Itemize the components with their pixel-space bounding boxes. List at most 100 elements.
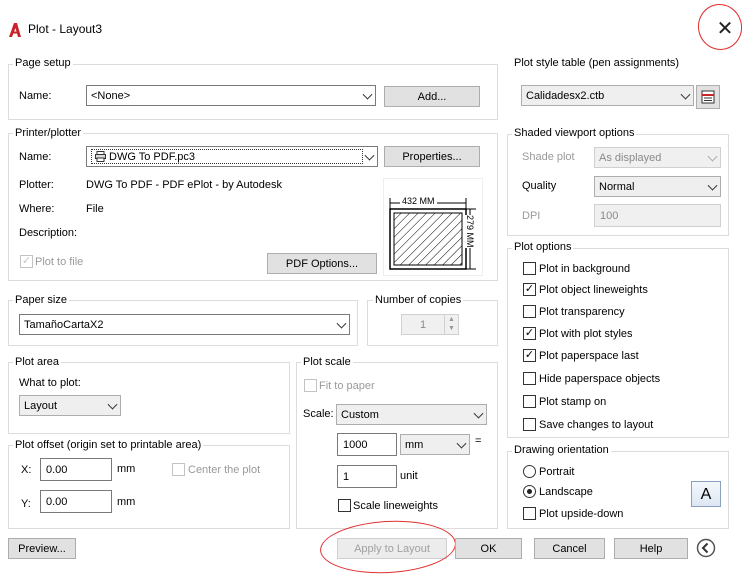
plot-style-select[interactable]: Calidadesx2.ctb	[521, 85, 694, 106]
plot-upside-down-checkbox[interactable]	[523, 507, 536, 520]
chevron-down-icon	[680, 89, 691, 100]
dpi-input[interactable]: 100	[594, 204, 721, 227]
scale-bottom-unit: unit	[400, 470, 418, 482]
dpi-value: 100	[600, 209, 619, 222]
scale-select[interactable]: Custom	[336, 404, 487, 425]
preview-button[interactable]: Preview...	[8, 538, 76, 559]
help-button[interactable]: Help	[614, 538, 688, 559]
pdf-options-button[interactable]: PDF Options...	[267, 253, 377, 274]
center-plot-label: Center the plot	[188, 464, 261, 476]
printer-name-focus: DWG To PDF.pc3	[91, 149, 363, 164]
paper-preview: 432 MM 279 MM	[383, 178, 483, 276]
printer-icon	[95, 151, 106, 162]
page-setup-name-label: Name:	[19, 90, 52, 102]
x-offset-value: 0.00	[46, 463, 68, 476]
scale-label: Scale:	[303, 408, 334, 420]
what-to-plot-label: What to plot:	[19, 377, 81, 389]
plot-options-group	[507, 248, 729, 438]
y-offset-value: 0.00	[46, 495, 68, 508]
chevron-down-icon	[707, 151, 718, 162]
what-to-plot-select[interactable]: Layout	[19, 395, 121, 416]
plot-style-value: Calidadesx2.ctb	[526, 89, 605, 102]
plot-to-file-label: Plot to file	[35, 256, 84, 268]
plot-option-checkbox[interactable]	[523, 262, 536, 275]
scale-value: Custom	[341, 408, 379, 421]
page-setup-title: Page setup	[13, 57, 73, 69]
properties-button[interactable]: Properties...	[384, 146, 480, 167]
chevron-down-icon	[707, 180, 718, 191]
x-offset-input[interactable]: 0.00	[40, 458, 112, 481]
landscape-label: Landscape	[539, 486, 593, 498]
window-title: Plot - Layout3	[28, 22, 103, 36]
plot-option-label: Hide paperspace objects	[539, 373, 661, 385]
shade-plot-label: Shade plot	[522, 151, 575, 163]
y-offset-input[interactable]: 0.00	[40, 490, 112, 513]
plot-option-checkbox[interactable]: ✓	[523, 283, 536, 296]
plot-style-title: Plot style table (pen assignments)	[512, 57, 682, 69]
page-setup-name-value: <None>	[91, 89, 131, 102]
printer-name-label: Name:	[19, 151, 52, 163]
plotter-label: Plotter:	[19, 179, 54, 191]
chevron-left-circle-icon[interactable]	[696, 538, 716, 558]
x-label: X:	[21, 464, 32, 476]
quality-label: Quality	[522, 180, 557, 192]
plot-area-title: Plot area	[13, 356, 62, 368]
paper-size-value: TamañoCartaX2	[24, 318, 104, 331]
plot-option-label: Plot transparency	[539, 306, 625, 318]
dpi-label: DPI	[522, 210, 541, 222]
scale-bottom-input[interactable]: 1	[337, 465, 397, 488]
center-plot-checkbox[interactable]	[172, 463, 185, 476]
plot-option-label: Save changes to layout	[539, 419, 654, 431]
plot-option-checkbox[interactable]	[523, 372, 536, 385]
landscape-radio[interactable]	[523, 485, 536, 498]
landscape-preview-icon: A	[691, 481, 721, 507]
ok-button[interactable]: OK	[455, 538, 522, 559]
plot-option-checkbox[interactable]	[523, 395, 536, 408]
printer-name-value: DWG To PDF.pc3	[109, 150, 195, 163]
cancel-button[interactable]: Cancel	[534, 538, 605, 559]
portrait-radio[interactable]	[523, 465, 536, 478]
copies-value: 1	[419, 318, 427, 331]
spin-down-icon[interactable]: ▼	[445, 324, 458, 333]
shaded-title: Shaded viewport options	[512, 127, 637, 139]
scale-top-value: 1000	[343, 438, 368, 451]
chevron-down-icon	[362, 89, 373, 100]
plot-option-label: Plot stamp on	[539, 396, 607, 408]
scale-unit-select[interactable]: mm	[400, 434, 470, 455]
plot-option-label: Plot paperspace last	[539, 350, 639, 362]
page-setup-name-select[interactable]: <None>	[86, 85, 376, 106]
plot-option-checkbox[interactable]: ✓	[523, 349, 536, 362]
where-value: File	[86, 203, 104, 215]
paper-size-select[interactable]: TamañoCartaX2	[19, 314, 350, 335]
what-to-plot-value: Layout	[24, 399, 58, 412]
chevron-down-icon	[364, 150, 375, 161]
chevron-down-icon	[473, 408, 484, 419]
quality-select[interactable]: Normal	[594, 176, 721, 197]
plot-option-label: Plot with plot styles	[539, 328, 633, 340]
shade-plot-select[interactable]: As displayed	[594, 147, 721, 168]
printer-name-select[interactable]: DWG To PDF.pc3	[86, 146, 378, 167]
scale-top-input[interactable]: 1000	[337, 433, 397, 456]
add-button[interactable]: Add...	[384, 86, 480, 107]
apply-to-layout-button[interactable]: Apply to Layout	[337, 538, 447, 559]
plot-offset-title: Plot offset (origin set to printable are…	[13, 439, 204, 451]
edit-table-icon[interactable]	[696, 85, 720, 109]
spin-up-icon[interactable]: ▲	[445, 315, 458, 324]
copies-spinner[interactable]: ▲ ▼	[444, 315, 458, 334]
plotter-value: DWG To PDF - PDF ePlot - by Autodesk	[86, 179, 283, 191]
plot-upside-down-label: Plot upside-down	[539, 508, 624, 520]
quality-value: Normal	[599, 180, 635, 193]
printer-title: Printer/plotter	[13, 127, 84, 139]
plot-option-checkbox[interactable]	[523, 418, 536, 431]
x-unit: mm	[117, 463, 136, 475]
scale-lineweights-label: Scale lineweights	[353, 500, 438, 512]
fit-to-paper-label: Fit to paper	[319, 380, 375, 392]
fit-to-paper-checkbox[interactable]	[304, 379, 317, 392]
portrait-label: Portrait	[539, 466, 575, 478]
plot-option-checkbox[interactable]: ✓	[523, 327, 536, 340]
scale-lineweights-checkbox[interactable]	[338, 499, 351, 512]
plot-option-checkbox[interactable]	[523, 305, 536, 318]
close-icon[interactable]: ✕	[712, 16, 738, 42]
plot-to-file-checkbox[interactable]: ✓	[20, 255, 33, 268]
paper-size-title: Paper size	[13, 294, 69, 306]
